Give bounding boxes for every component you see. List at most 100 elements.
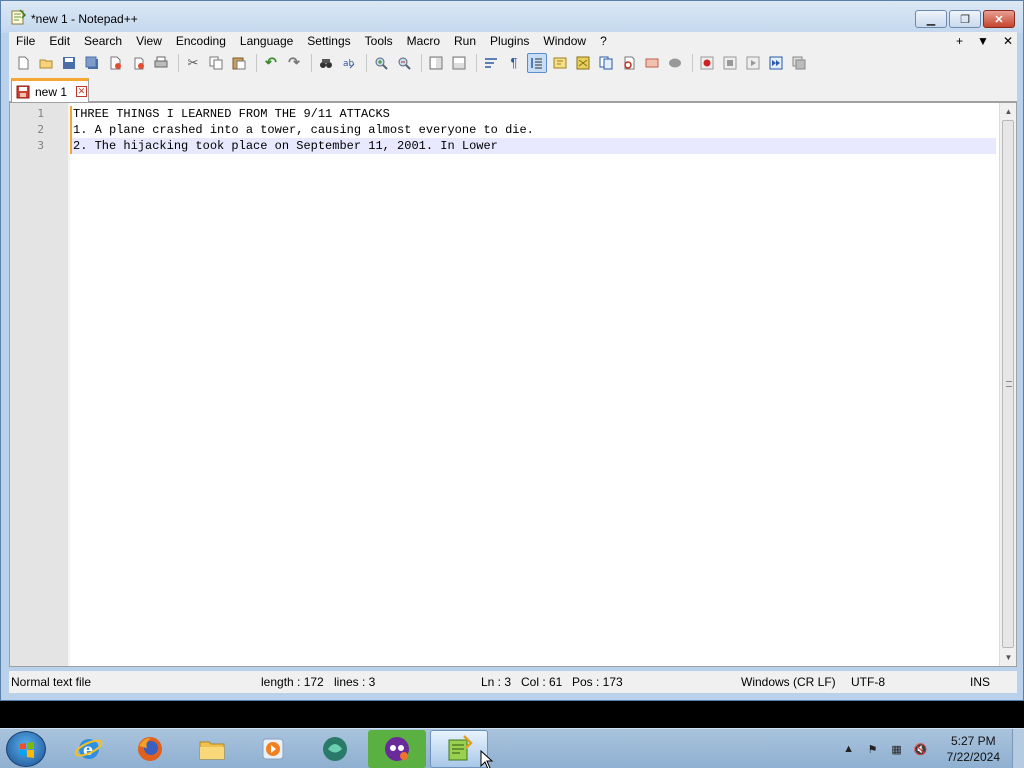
taskbar-internet-explorer[interactable]: e bbox=[60, 730, 118, 768]
menu-macro[interactable]: Macro bbox=[400, 32, 447, 50]
close-document-button[interactable]: ✕ bbox=[1003, 32, 1013, 50]
playback-macro-button[interactable] bbox=[743, 53, 763, 73]
print-button[interactable] bbox=[151, 53, 171, 73]
scroll-up-icon[interactable]: ▲ bbox=[1000, 103, 1017, 120]
sync-horizontal-icon bbox=[452, 56, 466, 69]
user-language-button[interactable] bbox=[550, 53, 570, 73]
vertical-scrollbar[interactable]: ▲ ▼ bbox=[999, 103, 1016, 666]
show-hidden-icons-icon[interactable]: ▲ bbox=[841, 741, 857, 757]
editor-pane[interactable]: 1 2 3 THREE THINGS I LEARNED FROM THE 9/… bbox=[9, 102, 1017, 667]
action-center-flag-icon[interactable]: ⚑ bbox=[865, 741, 881, 757]
save-macro-button[interactable] bbox=[789, 53, 809, 73]
firefox-icon bbox=[138, 737, 162, 761]
code-line-current[interactable]: 2. The hijacking took place on September… bbox=[70, 138, 996, 154]
menu-help[interactable]: ? bbox=[593, 32, 614, 50]
menu-encoding[interactable]: Encoding bbox=[169, 32, 233, 50]
tab-new-1[interactable]: new 1 ✕ bbox=[11, 78, 89, 102]
paste-icon bbox=[232, 57, 246, 69]
menu-settings[interactable]: Settings bbox=[300, 32, 357, 50]
function-list-button[interactable] bbox=[596, 53, 616, 73]
monitoring-button[interactable] bbox=[642, 53, 662, 73]
new-file-button[interactable] bbox=[13, 53, 33, 73]
menu-file[interactable]: File bbox=[9, 32, 42, 50]
cloud-icon bbox=[669, 58, 681, 67]
record-icon bbox=[700, 56, 714, 69]
folder-as-workspace-button[interactable] bbox=[619, 53, 639, 73]
taskbar-media-player[interactable] bbox=[244, 730, 302, 768]
code-line[interactable]: 1. A plane crashed into a tower, causing… bbox=[70, 122, 996, 138]
zoom-in-button[interactable] bbox=[371, 53, 391, 73]
status-file-type: Normal text file bbox=[11, 675, 92, 689]
word-wrap-button[interactable] bbox=[481, 53, 501, 73]
close-button[interactable]: ✕ bbox=[983, 10, 1015, 28]
taskbar-app-green[interactable] bbox=[306, 730, 364, 768]
copy-button[interactable] bbox=[206, 53, 226, 73]
start-button[interactable] bbox=[6, 731, 46, 767]
find-button[interactable] bbox=[316, 53, 336, 73]
menu-tools[interactable]: Tools bbox=[358, 32, 400, 50]
cut-icon: ✂ bbox=[187, 54, 199, 70]
zoom-out-button[interactable] bbox=[394, 53, 414, 73]
status-encoding[interactable]: UTF-8 bbox=[851, 671, 885, 693]
menu-window[interactable]: Window bbox=[536, 32, 593, 50]
show-desktop-button[interactable] bbox=[1012, 729, 1024, 768]
code-line[interactable]: THREE THINGS I LEARNED FROM THE 9/11 ATT… bbox=[70, 106, 996, 122]
paste-button[interactable] bbox=[229, 53, 249, 73]
taskbar-firefox[interactable] bbox=[121, 730, 179, 768]
sync-vertical-button[interactable] bbox=[426, 53, 446, 73]
new-tab-button[interactable]: + bbox=[956, 32, 963, 50]
close-file-button[interactable] bbox=[105, 53, 125, 73]
tab-list-button[interactable]: ▼ bbox=[977, 32, 989, 50]
taskbar-app-purple[interactable] bbox=[368, 730, 426, 768]
document-map-button[interactable] bbox=[573, 53, 593, 73]
line-number-gutter: 1 2 3 bbox=[10, 103, 68, 666]
scroll-down-icon[interactable]: ▼ bbox=[1000, 649, 1017, 666]
open-folder-icon bbox=[39, 59, 53, 68]
stop-recording-button[interactable] bbox=[720, 53, 740, 73]
replace-icon: ab bbox=[343, 59, 355, 69]
open-button[interactable] bbox=[36, 53, 56, 73]
maximize-button[interactable]: ❐ bbox=[949, 10, 981, 28]
status-insert-mode[interactable]: INS bbox=[970, 671, 990, 693]
close-all-icon bbox=[134, 57, 144, 69]
menu-view[interactable]: View bbox=[129, 32, 169, 50]
network-icon[interactable]: ▦ bbox=[889, 741, 905, 757]
restore-icon: ❐ bbox=[960, 13, 970, 26]
sync-vertical-icon bbox=[429, 56, 443, 69]
status-eol[interactable]: Windows (CR LF) bbox=[741, 671, 836, 693]
show-all-chars-button[interactable]: ¶ bbox=[504, 53, 524, 73]
tab-close-icon[interactable]: ✕ bbox=[76, 86, 88, 97]
cut-button[interactable]: ✂ bbox=[183, 53, 203, 73]
svg-text:ab: ab bbox=[343, 59, 355, 69]
cloud-button[interactable] bbox=[665, 53, 685, 73]
minimize-icon: ▁ bbox=[926, 13, 936, 26]
clock-time: 5:27 PM bbox=[950, 734, 996, 748]
menu-plugins[interactable]: Plugins bbox=[483, 32, 536, 50]
menu-search[interactable]: Search bbox=[77, 32, 129, 50]
volume-muted-icon[interactable]: 🔇 bbox=[913, 741, 929, 757]
run-macro-multiple-button[interactable] bbox=[766, 53, 786, 73]
title-bar[interactable]: *new 1 - Notepad++ ▁ ❐ ✕ bbox=[1, 1, 1023, 33]
menu-run[interactable]: Run bbox=[447, 32, 483, 50]
save-all-button[interactable] bbox=[82, 53, 102, 73]
taskbar-file-explorer[interactable] bbox=[183, 730, 241, 768]
record-macro-button[interactable] bbox=[697, 53, 717, 73]
folder-icon bbox=[199, 741, 225, 760]
binoculars-icon bbox=[320, 58, 332, 68]
fold-margin[interactable] bbox=[68, 103, 70, 666]
menu-edit[interactable]: Edit bbox=[42, 32, 77, 50]
text-area[interactable]: THREE THINGS I LEARNED FROM THE 9/11 ATT… bbox=[70, 106, 996, 154]
status-col: Col : 61 bbox=[521, 675, 563, 689]
close-all-button[interactable] bbox=[128, 53, 148, 73]
save-button[interactable] bbox=[59, 53, 79, 73]
menu-language[interactable]: Language bbox=[233, 32, 300, 50]
replace-button[interactable]: ab bbox=[339, 53, 359, 73]
redo-button[interactable]: ↷ bbox=[284, 53, 304, 73]
undo-button[interactable]: ↶ bbox=[261, 53, 281, 73]
sync-horizontal-button[interactable] bbox=[449, 53, 469, 73]
clock[interactable]: 5:27 PM 7/22/2024 bbox=[933, 733, 1012, 765]
indent-guide-button[interactable] bbox=[527, 52, 547, 73]
print-icon bbox=[154, 56, 168, 67]
scrollbar-thumb[interactable] bbox=[1002, 120, 1014, 648]
minimize-button[interactable]: ▁ bbox=[915, 10, 947, 28]
